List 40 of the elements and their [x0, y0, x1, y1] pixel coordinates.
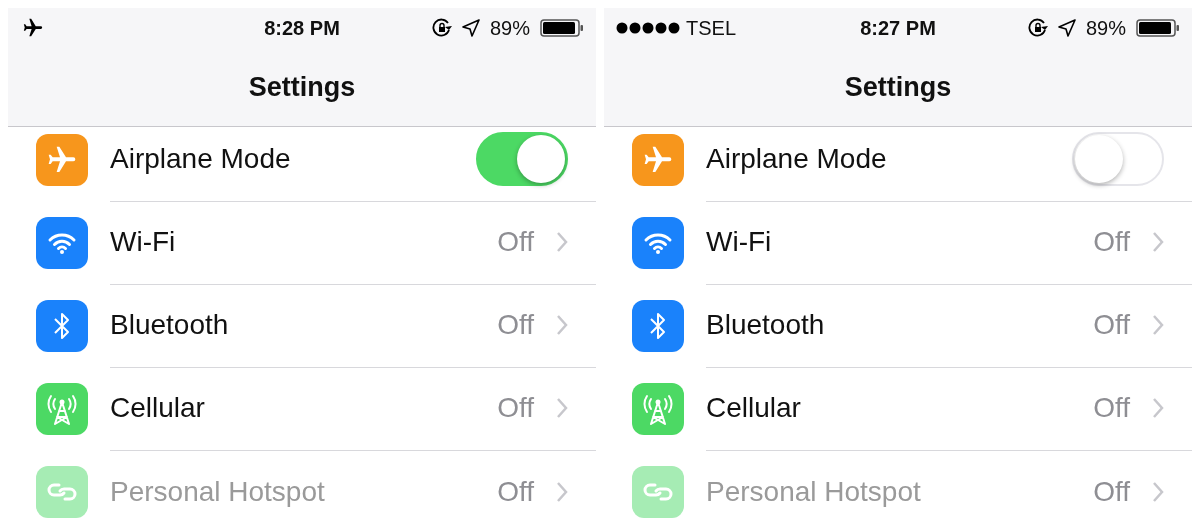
setting-value: Off: [1093, 226, 1130, 258]
screen-title: Settings: [248, 71, 356, 103]
setting-label: Airplane Mode: [110, 143, 292, 175]
setting-label: Wi-Fi: [110, 226, 177, 258]
toggle-switch[interactable]: [476, 132, 568, 186]
chevron-icon: [1152, 314, 1164, 336]
setting-value: Off: [497, 475, 534, 508]
location-arrow-icon: [1057, 19, 1076, 37]
chevron-icon: [556, 314, 568, 336]
setting-label: Cellular: [110, 392, 206, 424]
setting-value: Off: [1093, 309, 1130, 341]
setting-value: Off: [497, 392, 534, 424]
battery-percent: 89%: [489, 16, 530, 40]
battery-icon: [1136, 19, 1180, 37]
carrier-name: TSEL: [686, 16, 737, 40]
chevron-icon: [556, 480, 568, 503]
battery-icon: [540, 19, 584, 37]
setting-label: Wi-Fi: [706, 226, 773, 258]
rotation-lock-icon: [1027, 18, 1048, 38]
chevron-icon: [1152, 397, 1164, 419]
setting-label: Bluetooth: [110, 309, 230, 341]
location-arrow-icon: [461, 19, 480, 37]
screen-title: Settings: [844, 71, 952, 103]
battery-percent: 89%: [1085, 16, 1126, 40]
setting-value: Off: [497, 226, 534, 258]
setting-label: Personal Hotspot: [706, 475, 922, 508]
setting-label: Cellular: [706, 392, 802, 424]
rotation-lock-icon: [431, 18, 452, 38]
chevron-icon: [1152, 480, 1164, 503]
chevron-icon: [1152, 231, 1164, 253]
setting-label: Airplane Mode: [706, 143, 888, 175]
setting-value: Off: [497, 309, 534, 341]
setting-label: Personal Hotspot: [110, 475, 326, 508]
chevron-icon: [556, 231, 568, 253]
setting-label: Bluetooth: [706, 309, 826, 341]
setting-value: Off: [1093, 475, 1130, 508]
chevron-icon: [556, 397, 568, 419]
setting-value: Off: [1093, 392, 1130, 424]
status-time: 8:27 PM: [860, 16, 936, 40]
status-time: 8:28 PM: [264, 16, 340, 40]
